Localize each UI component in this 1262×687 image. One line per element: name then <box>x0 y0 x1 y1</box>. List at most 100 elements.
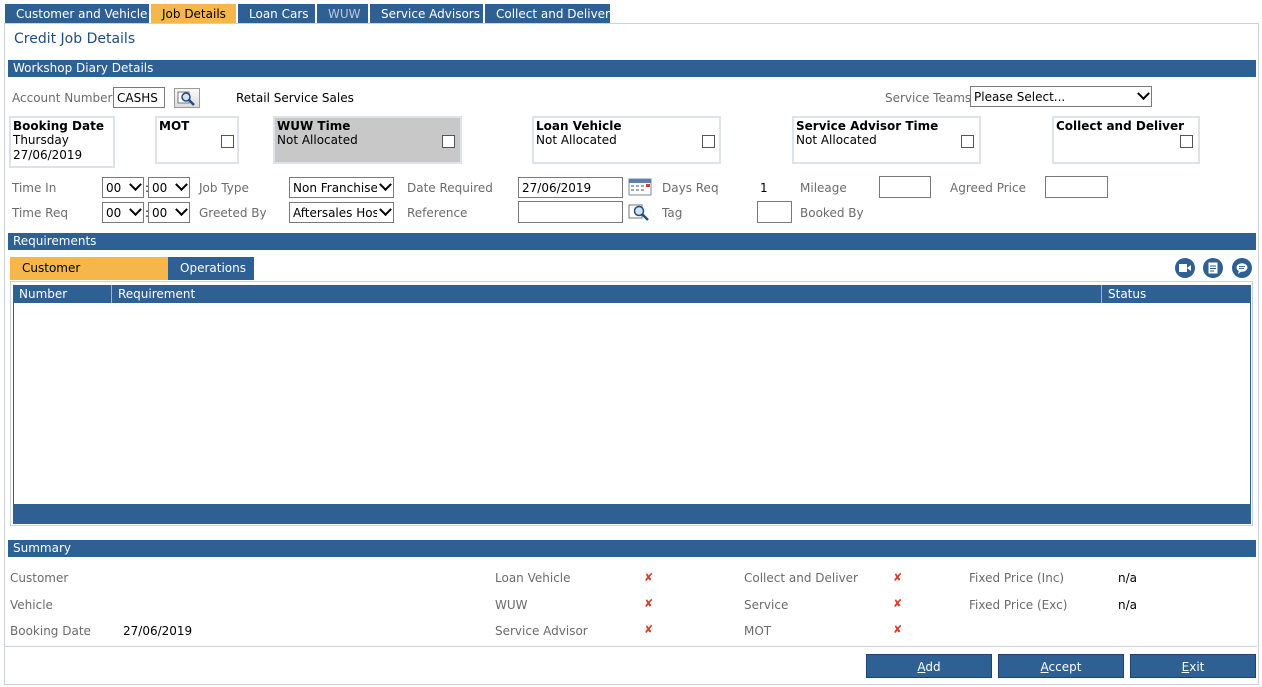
page-title: Credit Job Details <box>14 31 136 47</box>
greeted-by-select[interactable]: Aftersales Hos <box>289 202 394 223</box>
exit-button-label: xit <box>1189 660 1205 674</box>
tab-operations[interactable]: Operations <box>168 257 254 280</box>
comment-button[interactable] <box>1232 258 1252 278</box>
agreed-price-input[interactable] <box>1045 176 1108 198</box>
document-button[interactable] <box>1203 258 1223 278</box>
footer-divider <box>5 646 1257 647</box>
time-req-minute-select[interactable]: 00 <box>148 202 190 223</box>
days-req-label: Days Req <box>662 181 719 195</box>
card-wuw-time: WUW Time Not Allocated <box>273 116 462 164</box>
mileage-input[interactable] <box>879 176 931 198</box>
tab-collect-and-deliver[interactable]: Collect and Deliver <box>485 4 610 24</box>
tab-loan-cars[interactable]: Loan Cars <box>238 4 315 24</box>
mot-title: MOT <box>159 119 190 133</box>
section-header-summary: Summary <box>8 540 1256 557</box>
service-advisor-cross-icon: ✘ <box>644 623 654 636</box>
magnifier-icon <box>177 91 195 106</box>
service-advisor-time-status: Not Allocated <box>796 133 877 147</box>
chevron-down-icon <box>379 178 392 192</box>
account-name: Retail Service Sales <box>236 91 354 105</box>
video-camera-button[interactable] <box>1175 258 1195 278</box>
tag-label: Tag <box>662 206 683 220</box>
add-button[interactable]: Add <box>866 654 992 678</box>
wuw-cross-icon: ✘ <box>644 597 654 610</box>
service-advisor-time-checkbox[interactable] <box>961 135 974 148</box>
tag-input[interactable] <box>757 201 792 223</box>
mot-checkbox[interactable] <box>221 135 234 148</box>
booking-date-value: 27/06/2019 <box>13 148 83 162</box>
date-required-calendar-button[interactable] <box>627 177 653 197</box>
service-advisor-time-title: Service Advisor Time <box>796 119 939 133</box>
requirements-table-footer <box>13 504 1251 524</box>
collect-and-deliver-title: Collect and Deliver <box>1056 119 1185 133</box>
accept-button[interactable]: Accept <box>998 654 1124 678</box>
card-collect-and-deliver: Collect and Deliver <box>1052 116 1200 164</box>
summary-customer-label: Customer <box>10 571 69 585</box>
add-button-label: dd <box>925 660 941 674</box>
tab-customer-requirements[interactable]: Customer Requirements <box>10 257 168 298</box>
chevron-down-icon <box>175 178 188 192</box>
time-req-minute-value: 00 <box>152 206 168 220</box>
collect-and-deliver-checkbox[interactable] <box>1180 135 1193 148</box>
summary-wuw-label: WUW <box>495 598 528 612</box>
greeted-by-label: Greeted By <box>199 206 267 220</box>
magnifier-icon <box>628 204 649 221</box>
chevron-down-icon <box>129 178 142 192</box>
reference-input[interactable] <box>518 201 623 223</box>
wuw-time-checkbox[interactable] <box>442 135 455 148</box>
document-icon <box>1208 262 1218 274</box>
summary-vehicle-label: Vehicle <box>10 598 53 612</box>
speech-bubble-icon <box>1236 262 1248 274</box>
loan-vehicle-checkbox[interactable] <box>702 135 715 148</box>
wuw-time-title: WUW Time <box>277 119 351 133</box>
tab-job-details[interactable]: Job Details <box>151 4 236 24</box>
tab-customer-and-vehicle[interactable]: Customer and Vehicle <box>5 4 149 24</box>
time-in-hour-value: 00 <box>106 181 122 195</box>
exit-button[interactable]: Exit <box>1130 654 1256 678</box>
mileage-label: Mileage <box>800 181 847 195</box>
job-type-select[interactable]: Non Franchise <box>289 177 394 198</box>
summary-fixed-exc-label: Fixed Price (Exc) <box>969 598 1068 612</box>
reference-search-button[interactable] <box>627 202 653 222</box>
accept-button-label: ccept <box>1048 660 1082 674</box>
time-req-label: Time Req <box>12 206 68 220</box>
card-mot: MOT <box>155 116 239 164</box>
account-number-label: Account Number <box>12 91 113 105</box>
summary-booking-date-value: 27/06/2019 <box>123 624 193 638</box>
summary-booking-date-label: Booking Date <box>10 624 91 638</box>
requirements-table-body <box>13 303 1251 504</box>
job-type-value: Non Franchise <box>293 181 377 195</box>
service-teams-select[interactable]: Please Select... <box>970 86 1152 107</box>
column-status[interactable]: Status <box>1102 285 1251 303</box>
summary-service-advisor-label: Service Advisor <box>495 624 588 638</box>
summary-fixed-exc-value: n/a <box>1118 598 1138 612</box>
account-search-button[interactable] <box>174 88 200 108</box>
chevron-down-icon <box>129 203 142 217</box>
column-number[interactable]: Number <box>13 285 112 303</box>
summary-loan-vehicle-label: Loan Vehicle <box>495 571 571 585</box>
date-required-input[interactable]: 27/06/2019 <box>518 177 623 198</box>
requirements-tab-bar: Customer Requirements Operations <box>10 257 254 298</box>
time-in-hour-select[interactable]: 00 <box>102 177 144 198</box>
chevron-down-icon <box>1137 87 1150 101</box>
loan-vehicle-title: Loan Vehicle <box>536 119 622 133</box>
wuw-time-status: Not Allocated <box>277 133 358 147</box>
collect-deliver-cross-icon: ✘ <box>893 571 903 584</box>
card-loan-vehicle: Loan Vehicle Not Allocated <box>532 116 721 164</box>
column-requirement[interactable]: Requirement <box>112 285 1102 303</box>
service-teams-label: Service Teams <box>885 91 972 105</box>
time-req-hour-select[interactable]: 00 <box>102 202 144 223</box>
reference-label: Reference <box>407 206 468 220</box>
video-camera-icon <box>1179 264 1191 272</box>
top-tab-bar: Customer and Vehicle Job Details Loan Ca… <box>5 4 612 24</box>
chevron-down-icon <box>175 203 188 217</box>
time-in-minute-select[interactable]: 00 <box>148 177 190 198</box>
accept-button-accesskey: A <box>1040 660 1049 674</box>
time-in-minute-value: 00 <box>152 181 168 195</box>
summary-service-label: Service <box>744 598 789 612</box>
tab-wuw[interactable]: WUW <box>317 4 368 24</box>
tab-service-advisors[interactable]: Service Advisors <box>370 4 483 24</box>
card-booking-date: Booking Date Thursday 27/06/2019 <box>9 116 115 168</box>
account-number-input[interactable]: CASHS <box>113 87 165 108</box>
time-in-label: Time In <box>12 181 57 195</box>
